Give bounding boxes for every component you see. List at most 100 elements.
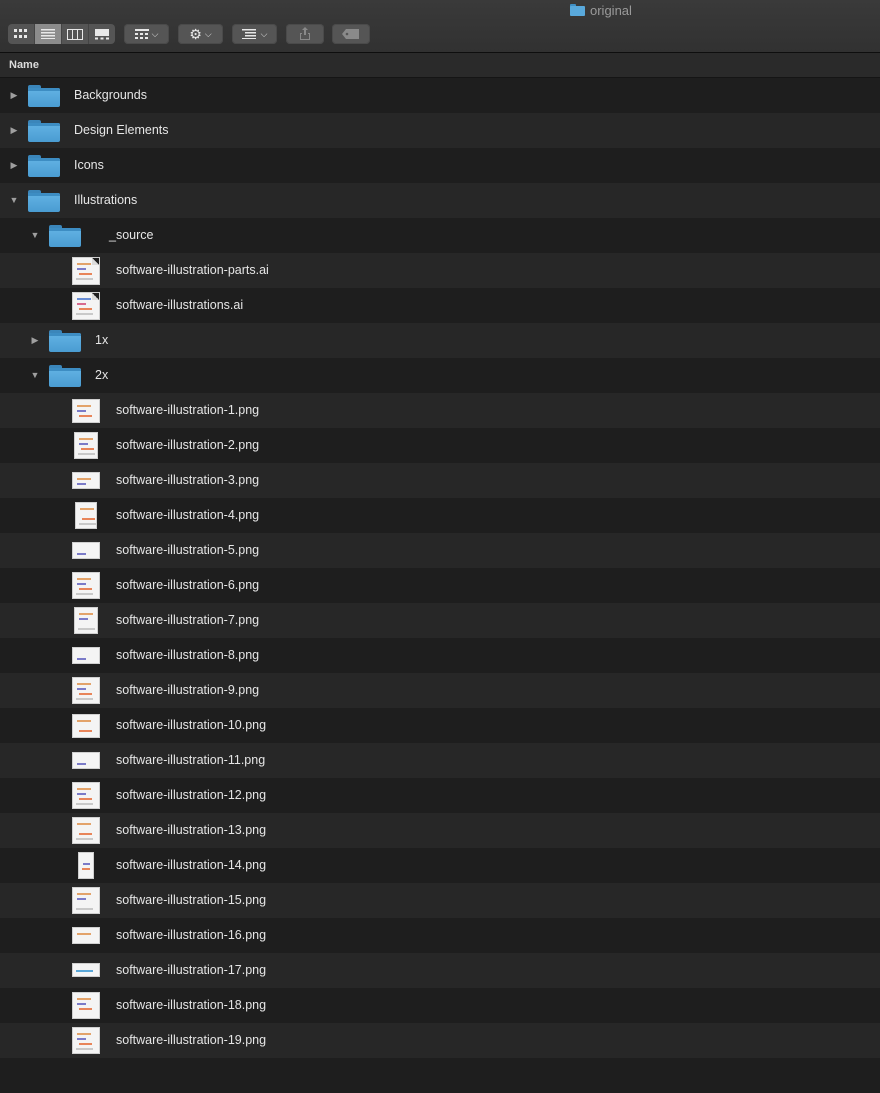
list-item-label: software-illustration-7.png [116, 613, 260, 627]
list-item-label: 1x [95, 333, 109, 347]
list-item-png-file[interactable]: software-illustration-5.png [0, 533, 880, 568]
list-item-label: Design Elements [74, 123, 169, 137]
list-item-label: software-illustration-13.png [116, 823, 267, 837]
chevron-down-icon: ⌵ [260, 28, 268, 39]
list-item-label: software-illustration-12.png [116, 788, 267, 802]
toolbar: original ⌵ ⚙ ⌵ ⌵ [0, 0, 880, 53]
action-button[interactable]: ⚙ ⌵ [178, 24, 223, 44]
disclosure-right-icon[interactable]: ▶ [30, 335, 40, 345]
folder-icon [28, 190, 60, 212]
list-item-label: software-illustrations.ai [116, 298, 244, 312]
disclosure-down-icon[interactable]: ▼ [30, 370, 40, 380]
list-item-png-file[interactable]: software-illustration-2.png [0, 428, 880, 463]
list-item-backgrounds[interactable]: ▶ Backgrounds [0, 78, 880, 113]
list-item-label: software-illustration-17.png [116, 963, 267, 977]
list-item-source[interactable]: ▼ _source [0, 218, 880, 253]
grid-icon [14, 29, 27, 38]
list-item-label: software-illustration-parts.ai [116, 263, 269, 277]
list-item-png-file[interactable]: software-illustration-13.png [0, 813, 880, 848]
folder-icon [49, 330, 81, 352]
group-by-button[interactable]: ⌵ [124, 24, 169, 44]
disclosure-down-icon[interactable]: ▼ [30, 230, 40, 240]
list-item-label: Icons [74, 158, 104, 172]
list-item-icons[interactable]: ▶ Icons [0, 148, 880, 183]
folder-icon [570, 4, 585, 16]
image-thumbnail-icon [72, 714, 100, 738]
list-item-2x[interactable]: ▼ 2x [0, 358, 880, 393]
columns-icon [67, 28, 83, 40]
icon-view-button[interactable] [8, 24, 35, 44]
arrange-button[interactable]: ⌵ [232, 24, 277, 44]
list-item-png-file[interactable]: software-illustration-3.png [0, 463, 880, 498]
file-list: ▶ Backgrounds ▶ Design Elements ▶ Icons … [0, 78, 880, 1058]
folder-icon [28, 155, 60, 177]
window-title-label: original [590, 2, 632, 18]
image-thumbnail-icon [72, 782, 100, 809]
list-item-ai-file[interactable]: software-illustration-parts.ai [0, 253, 880, 288]
finder-window: original ⌵ ⚙ ⌵ ⌵ Name ▶ Backgrounds ▶ De… [0, 0, 880, 1093]
image-thumbnail-icon [72, 472, 100, 489]
list-view-button[interactable] [35, 24, 62, 44]
list-item-illustrations[interactable]: ▼ Illustrations [0, 183, 880, 218]
disclosure-right-icon[interactable]: ▶ [9, 160, 19, 170]
image-thumbnail-icon [72, 752, 100, 769]
list-item-1x[interactable]: ▶ 1x [0, 323, 880, 358]
image-thumbnail-icon [72, 1027, 100, 1054]
window-title: original [570, 2, 632, 18]
image-thumbnail-icon [72, 927, 100, 944]
gallery-icon [95, 28, 109, 39]
list-item-label: software-illustration-18.png [116, 998, 267, 1012]
image-thumbnail-icon [74, 607, 98, 634]
list-icon [41, 29, 55, 39]
list-item-label: software-illustration-11.png [116, 753, 266, 767]
list-item-label: software-illustration-8.png [116, 648, 260, 662]
list-item-label: software-illustration-14.png [116, 858, 267, 872]
list-item-design-elements[interactable]: ▶ Design Elements [0, 113, 880, 148]
list-item-png-file[interactable]: software-illustration-16.png [0, 918, 880, 953]
share-button[interactable] [286, 24, 324, 44]
column-view-button[interactable] [62, 24, 89, 44]
list-item-label: software-illustration-3.png [116, 473, 260, 487]
tags-button[interactable] [332, 24, 370, 44]
list-item-png-file[interactable]: software-illustration-7.png [0, 603, 880, 638]
list-item-png-file[interactable]: software-illustration-11.png [0, 743, 880, 778]
folder-icon [49, 365, 81, 387]
list-item-png-file[interactable]: software-illustration-14.png [0, 848, 880, 883]
name-column-header[interactable]: Name [0, 53, 880, 78]
list-item-label: _source [109, 228, 154, 242]
arrange-icon [241, 29, 256, 39]
grid-icon [134, 29, 149, 39]
image-thumbnail-icon [75, 502, 97, 529]
image-thumbnail-icon [78, 852, 94, 879]
list-item-label: software-illustration-1.png [116, 403, 260, 417]
image-thumbnail-icon [72, 399, 100, 423]
list-item-png-file[interactable]: software-illustration-12.png [0, 778, 880, 813]
image-thumbnail-icon [72, 817, 100, 844]
list-item-label: software-illustration-4.png [116, 508, 260, 522]
disclosure-right-icon[interactable]: ▶ [9, 125, 19, 135]
list-item-png-file[interactable]: software-illustration-1.png [0, 393, 880, 428]
list-item-png-file[interactable]: software-illustration-4.png [0, 498, 880, 533]
list-item-label: software-illustration-5.png [116, 543, 260, 557]
list-item-ai-file[interactable]: software-illustrations.ai [0, 288, 880, 323]
share-icon [300, 27, 310, 40]
disclosure-right-icon[interactable]: ▶ [9, 90, 19, 100]
list-item-png-file[interactable]: software-illustration-8.png [0, 638, 880, 673]
ai-file-icon [72, 257, 100, 285]
list-item-png-file[interactable]: software-illustration-9.png [0, 673, 880, 708]
list-item-label: software-illustration-2.png [116, 438, 260, 452]
gallery-view-button[interactable] [89, 24, 115, 44]
image-thumbnail-icon [72, 963, 100, 977]
list-item-png-file[interactable]: software-illustration-10.png [0, 708, 880, 743]
image-thumbnail-icon [72, 572, 100, 599]
list-item-png-file[interactable]: software-illustration-6.png [0, 568, 880, 603]
image-thumbnail-icon [72, 677, 100, 704]
list-item-label: software-illustration-6.png [116, 578, 260, 592]
list-item-png-file[interactable]: software-illustration-17.png [0, 953, 880, 988]
list-item-png-file[interactable]: software-illustration-19.png [0, 1023, 880, 1058]
disclosure-down-icon[interactable]: ▼ [9, 195, 19, 205]
list-item-png-file[interactable]: software-illustration-15.png [0, 883, 880, 918]
list-item-png-file[interactable]: software-illustration-18.png [0, 988, 880, 1023]
chevron-down-icon: ⌵ [204, 28, 212, 39]
ai-file-icon [72, 292, 100, 320]
